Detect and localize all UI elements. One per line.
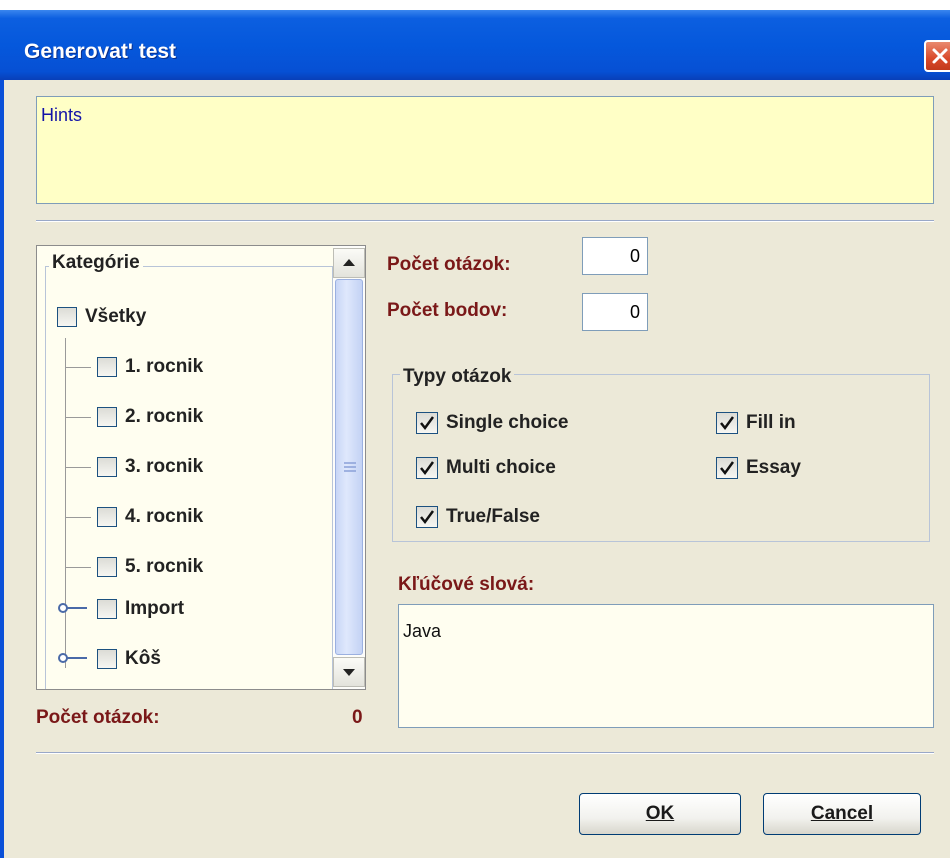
- grip-icon: [344, 462, 356, 472]
- checkbox[interactable]: [97, 557, 117, 577]
- top-separator: [36, 220, 934, 222]
- tree-item-import[interactable]: Import: [97, 598, 184, 620]
- hints-text: Hints: [41, 105, 83, 125]
- tree-branch: [65, 367, 91, 368]
- tree-item-2-rocnik[interactable]: 2. rocnik: [97, 406, 203, 428]
- checkbox[interactable]: [97, 457, 117, 477]
- checkbox[interactable]: [97, 357, 117, 377]
- bottom-separator: [36, 752, 934, 754]
- question-count-field[interactable]: 0: [582, 237, 648, 275]
- single-choice-checkbox[interactable]: Single choice: [416, 412, 568, 434]
- tree-item-4-rocnik[interactable]: 4. rocnik: [97, 506, 203, 528]
- checkbox-label: Single choice: [446, 412, 569, 433]
- checkmark-icon: [420, 416, 435, 431]
- true-false-checkbox[interactable]: True/False: [416, 506, 540, 528]
- keywords-label: Kľúčové slová:: [398, 574, 535, 595]
- question-types-legend: Typy otázok: [400, 366, 515, 388]
- arrow-down-icon: [343, 669, 355, 676]
- title-bar[interactable]: Generovat' test: [0, 10, 950, 80]
- arrow-up-icon: [343, 259, 355, 266]
- tree-branch: [65, 417, 91, 418]
- question-count-label: Počet otázok:: [387, 254, 511, 275]
- checkbox-box[interactable]: [716, 457, 738, 479]
- expand-handle-icon[interactable]: [57, 651, 91, 665]
- fill-in-checkbox[interactable]: Fill in: [716, 412, 796, 434]
- tree-scrollbar[interactable]: [333, 246, 365, 689]
- category-legend: Kategórie: [49, 252, 143, 274]
- checkbox-label: Fill in: [746, 412, 796, 433]
- checkbox[interactable]: [97, 507, 117, 527]
- tree-item-label: 1. rocnik: [125, 356, 204, 377]
- tree-item-label: Import: [125, 598, 185, 619]
- tree-item-label: Kôš: [125, 648, 161, 669]
- tree-item-label: 4. rocnik: [125, 506, 204, 527]
- tree-connector-line: [65, 338, 66, 668]
- tree-branch: [65, 567, 91, 568]
- checkmark-icon: [420, 461, 435, 476]
- scroll-up-button[interactable]: [333, 248, 365, 278]
- cancel-button[interactable]: Cancel: [763, 793, 921, 835]
- scroll-thumb[interactable]: [335, 279, 363, 655]
- close-button[interactable]: [924, 40, 950, 72]
- category-group-border: [45, 266, 333, 689]
- checkbox-label: True/False: [446, 506, 540, 527]
- tree-item-label: 5. rocnik: [125, 556, 204, 577]
- close-icon: [932, 48, 948, 64]
- multi-choice-checkbox[interactable]: Multi choice: [416, 457, 556, 479]
- checkbox-label: Multi choice: [446, 457, 556, 478]
- checkbox[interactable]: [57, 307, 77, 327]
- checkbox-box[interactable]: [716, 412, 738, 434]
- hints-area: Hints: [36, 96, 934, 204]
- ok-button[interactable]: OK: [579, 793, 741, 835]
- checkbox-box[interactable]: [416, 506, 438, 528]
- category-tree[interactable]: Kategórie Všetky 1. rocnik 2. rocnik 3. …: [36, 245, 366, 690]
- tree-item-label: Všetky: [85, 306, 147, 327]
- tree-count-label: Počet otázok:: [36, 707, 160, 728]
- checkbox[interactable]: [97, 407, 117, 427]
- tree-item-5-rocnik[interactable]: 5. rocnik: [97, 556, 203, 578]
- ok-button-label: OK: [645, 803, 675, 824]
- tree-item-vsetky[interactable]: Všetky: [57, 306, 146, 328]
- tree-item-label: 2. rocnik: [125, 406, 204, 427]
- keywords-text: Java: [403, 621, 442, 641]
- checkmark-icon: [720, 416, 735, 431]
- tree-branch: [65, 467, 91, 468]
- checkmark-icon: [720, 461, 735, 476]
- expand-handle-icon[interactable]: [57, 601, 91, 615]
- checkbox[interactable]: [97, 599, 117, 619]
- checkbox[interactable]: [97, 649, 117, 669]
- tree-item-1-rocnik[interactable]: 1. rocnik: [97, 356, 203, 378]
- points-label: Počet bodov:: [387, 300, 508, 321]
- cancel-button-label: Cancel: [810, 803, 874, 824]
- checkmark-icon: [420, 510, 435, 525]
- tree-item-label: 3. rocnik: [125, 456, 204, 477]
- tree-item-kos[interactable]: Kôš: [97, 648, 161, 670]
- window-title: Generovat' test: [24, 40, 177, 63]
- essay-checkbox[interactable]: Essay: [716, 457, 801, 479]
- tree-count-value: 0: [352, 707, 363, 728]
- scroll-down-button[interactable]: [333, 657, 365, 687]
- keywords-textarea[interactable]: Java: [398, 604, 934, 728]
- points-field[interactable]: 0: [582, 293, 648, 331]
- tree-branch: [65, 517, 91, 518]
- checkbox-box[interactable]: [416, 457, 438, 479]
- checkbox-box[interactable]: [416, 412, 438, 434]
- checkbox-label: Essay: [746, 457, 801, 478]
- tree-item-3-rocnik[interactable]: 3. rocnik: [97, 456, 203, 478]
